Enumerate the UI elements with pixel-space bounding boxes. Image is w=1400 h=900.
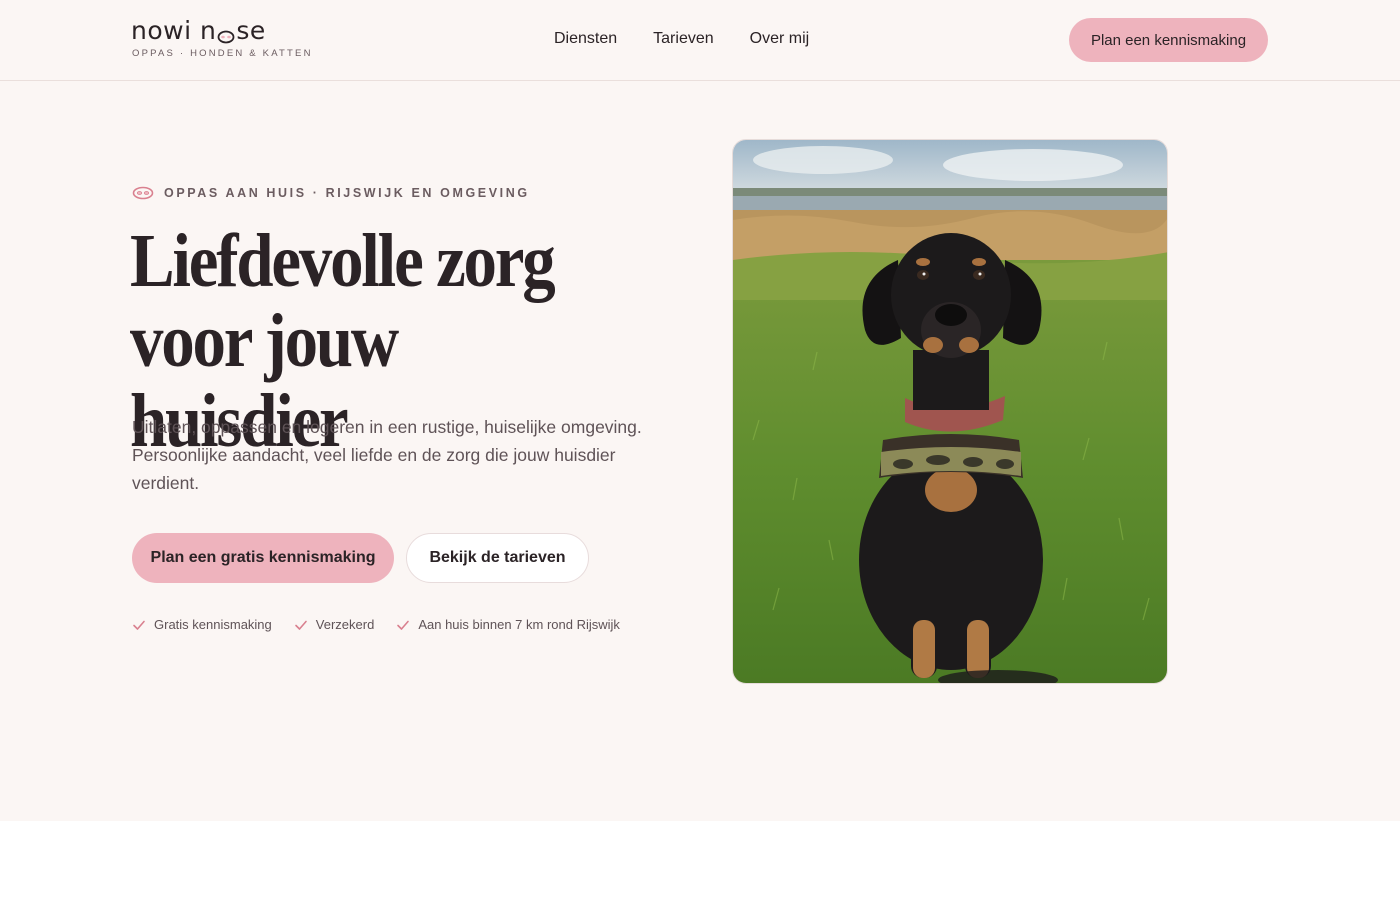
dog-nose-icon <box>217 21 235 44</box>
check-item: Verzekerd <box>294 617 375 632</box>
checkmark-icon <box>397 620 410 630</box>
check-item-label: Verzekerd <box>315 617 375 632</box>
nav-link-diensten[interactable]: Diensten <box>554 30 617 48</box>
check-item: Aan huis binnen 7 km rond Rijswijk <box>396 617 620 632</box>
checkmark-icon <box>133 620 145 630</box>
main-nav: Diensten Tarieven Over mij <box>554 30 809 48</box>
header-cta-button[interactable]: Plan een kennismaking <box>1069 18 1268 62</box>
hero-dog-photo <box>732 139 1168 684</box>
nav-link-tarieven[interactable]: Tarieven <box>653 30 713 48</box>
check-item-label: Aan huis binnen 7 km rond Rijswijk <box>418 617 620 632</box>
feature-checklist: Gratis kennismaking Verzekerd Aan huis b… <box>132 617 620 632</box>
check-item: Gratis kennismaking <box>132 617 272 632</box>
dog-nose-icon <box>132 186 154 200</box>
view-rates-button[interactable]: Bekijk de tarieven <box>406 533 589 583</box>
hero-eyebrow: OPPAS AAN HUIS · RIJSWIJK EN OMGEVING <box>132 186 530 200</box>
logo-text-part1: nowi n <box>131 16 217 45</box>
plan-free-intro-button[interactable]: Plan een gratis kennismaking <box>132 533 394 583</box>
site-header: nowi n se OPPAS · HONDEN & KATTEN Dienst… <box>0 0 1400 81</box>
logo-tagline: OPPAS · HONDEN & KATTEN <box>132 48 313 59</box>
hero-section: OPPAS AAN HUIS · RIJSWIJK EN OMGEVING Li… <box>0 81 1400 821</box>
hero-lead-text: Uitlaten, oppassen en logeren in een rus… <box>132 417 642 493</box>
logo-wordmark: nowi n se <box>131 15 313 47</box>
hero-eyebrow-text: OPPAS AAN HUIS · RIJSWIJK EN OMGEVING <box>164 186 530 200</box>
logo[interactable]: nowi n se OPPAS · HONDEN & KATTEN <box>131 15 313 59</box>
checkmark-icon <box>294 620 307 630</box>
logo-text-part2: se <box>236 16 266 45</box>
hero-headline-line1: Liefdevolle zorg <box>130 219 556 303</box>
check-item-label: Gratis kennismaking <box>154 617 272 632</box>
nav-link-over-mij[interactable]: Over mij <box>750 30 810 48</box>
